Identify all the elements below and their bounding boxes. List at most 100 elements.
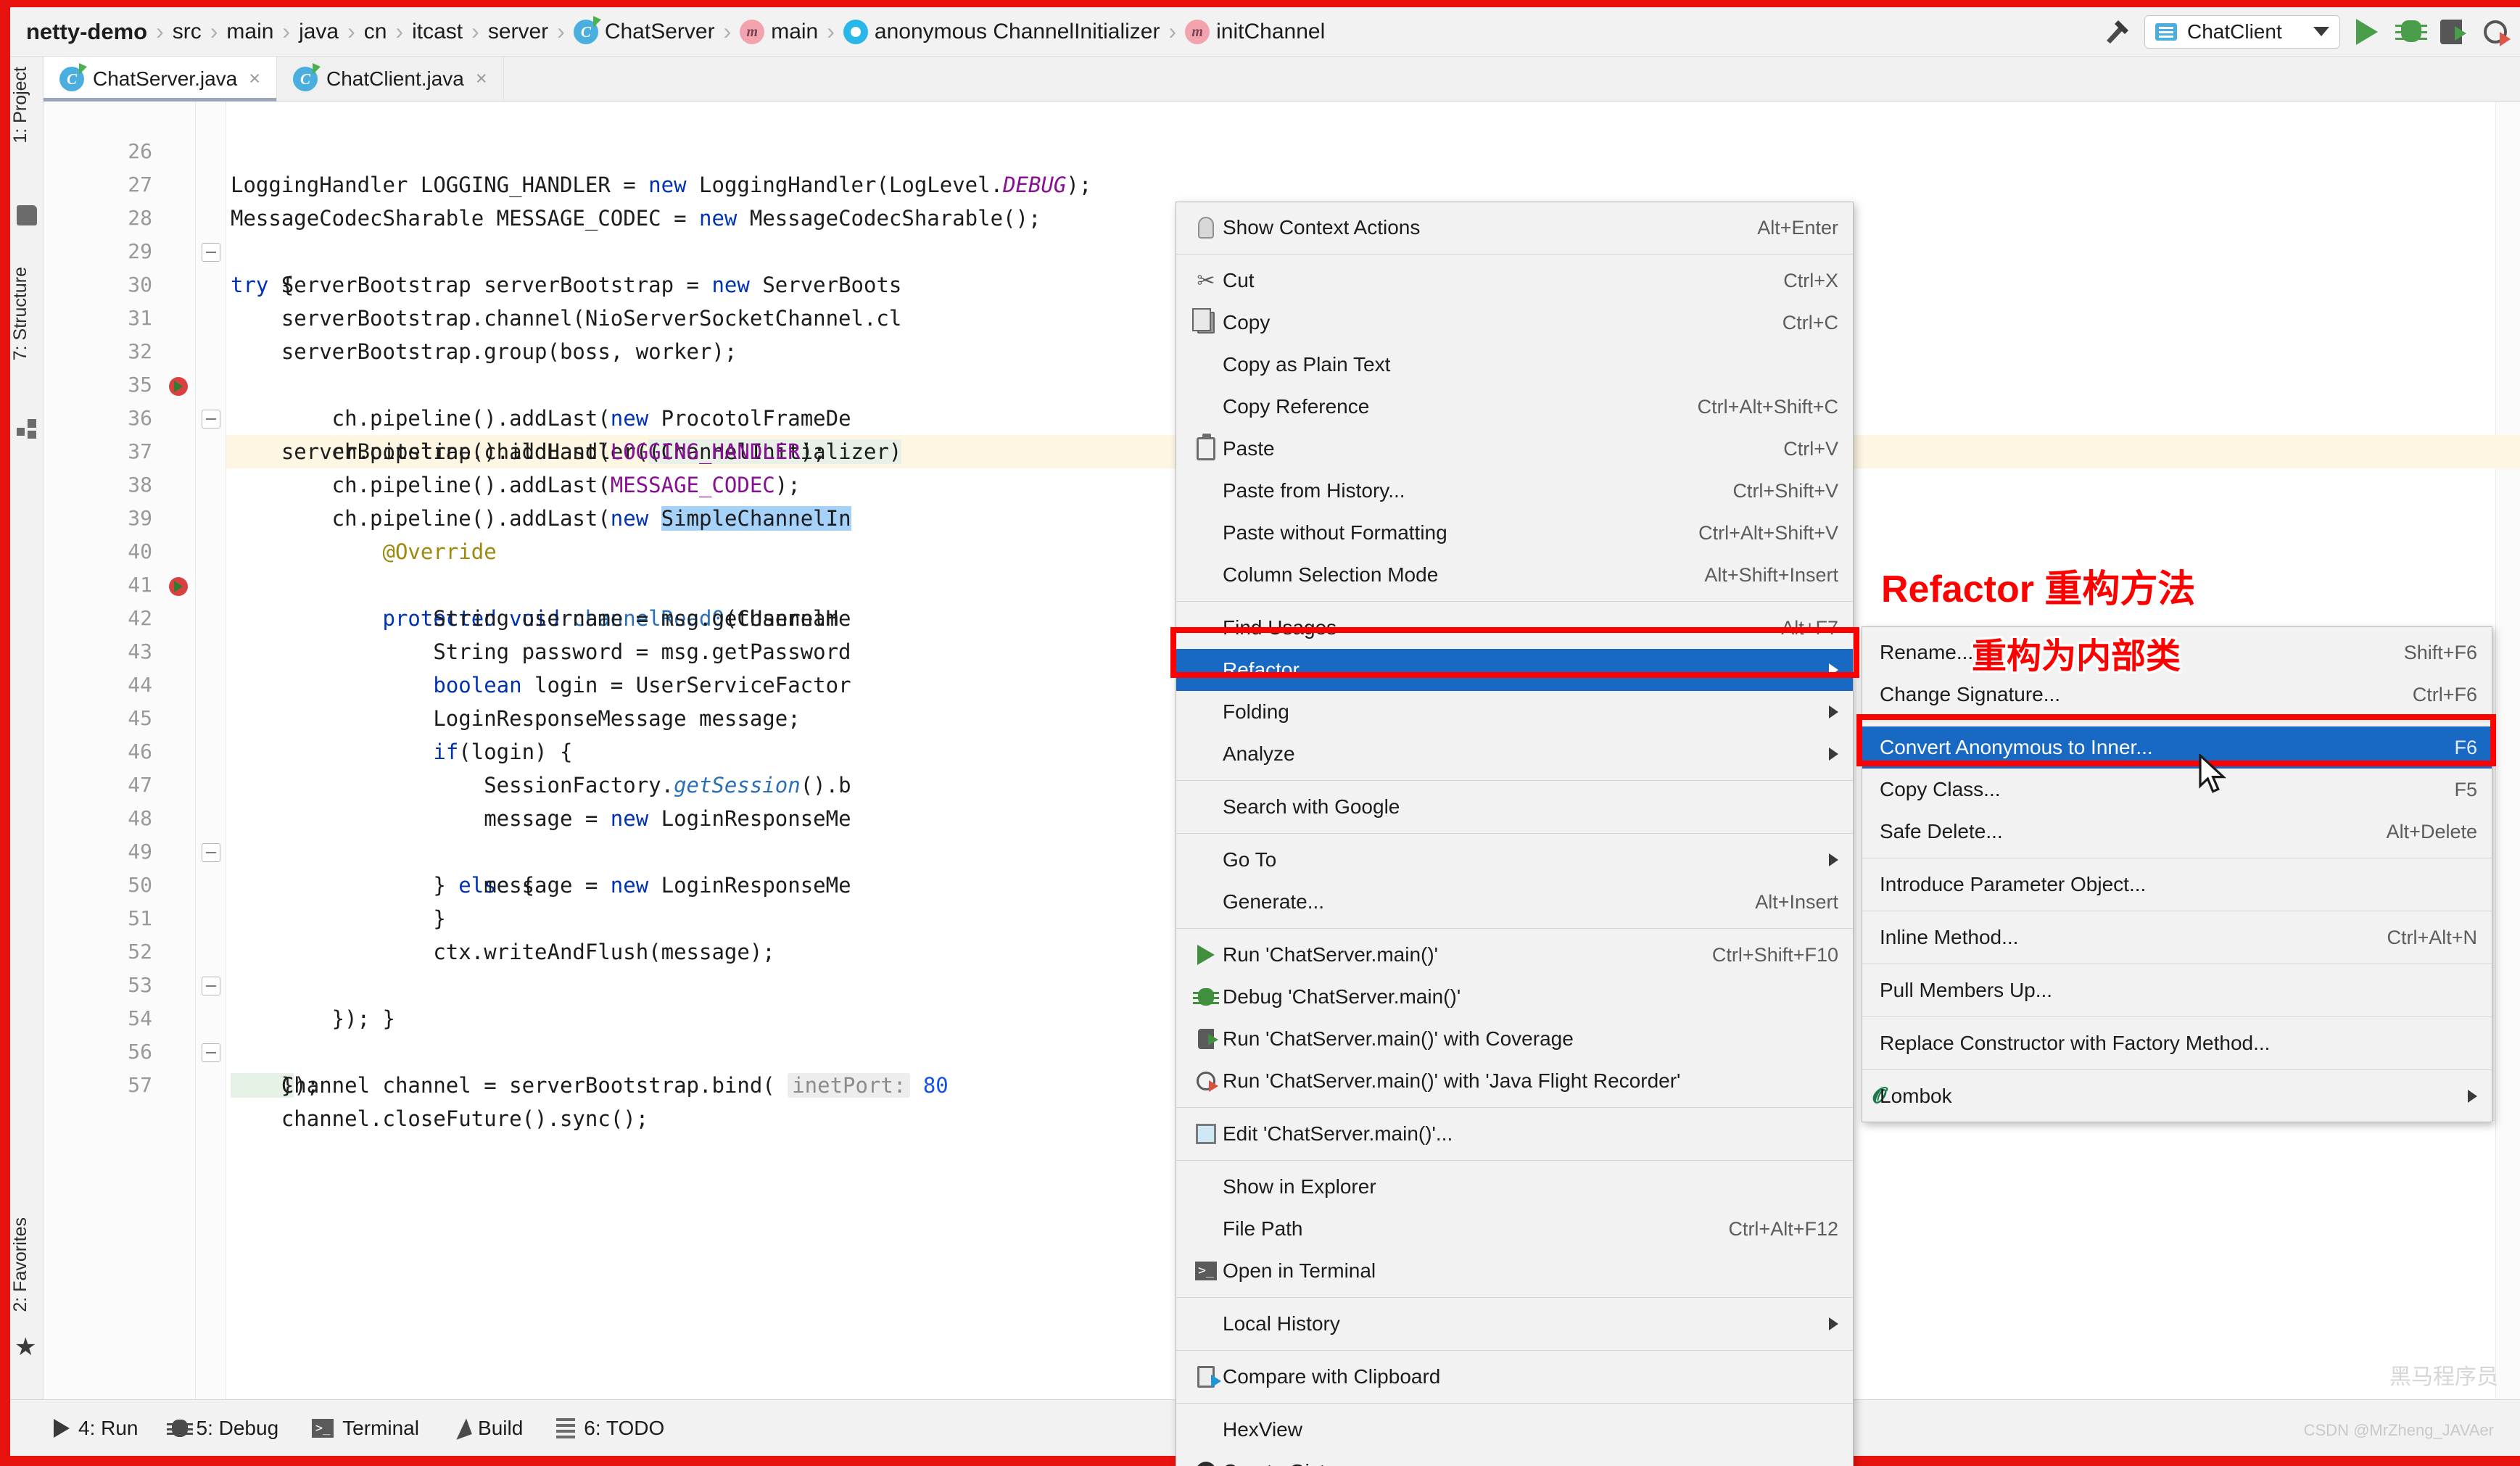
breadcrumb-separator: ›: [210, 18, 218, 44]
breadcrumb-item-anonymous-channelinitializer[interactable]: anonymous ChannelInitializer: [840, 19, 1163, 44]
refactor-item-copy-class[interactable]: Copy Class... F5: [1862, 769, 2492, 811]
status-item-run[interactable]: 4: Run: [54, 1417, 139, 1440]
menu-item-shortcut: Ctrl+Shift+F10: [1711, 943, 1838, 966]
menu-item-paste-from-history[interactable]: Paste from History... Ctrl+Shift+V: [1176, 470, 1853, 512]
menu-item-hexview[interactable]: HexView: [1176, 1409, 1853, 1451]
refactor-item-introduce-parameter-object[interactable]: Introduce Parameter Object...: [1862, 864, 2492, 906]
refactor-item-convert-anonymous-to-inner[interactable]: Convert Anonymous to Inner... F6: [1862, 726, 2492, 769]
breadcrumb-item-server[interactable]: server: [485, 20, 551, 44]
menu-item-label: File Path: [1223, 1217, 1303, 1240]
menu-item-debug-chatserver-main[interactable]: Debug 'ChatServer.main()': [1176, 976, 1853, 1018]
menu-item-copy[interactable]: Copy Ctrl+C: [1176, 302, 1853, 344]
menu-item-run-chatserver-main[interactable]: Run 'ChatServer.main()' Ctrl+Shift+F10: [1176, 934, 1853, 976]
tab-chatclient-java[interactable]: C ChatClient.java ×: [277, 57, 504, 101]
sidebar-item-favorites[interactable]: 2: Favorites: [10, 1217, 44, 1312]
menu-item-paste[interactable]: Paste Ctrl+V: [1176, 428, 1853, 470]
menu-item-shortcut: Ctrl+Alt+Shift+V: [1698, 521, 1838, 544]
menu-item-search-with-google[interactable]: Search with Google: [1176, 786, 1853, 828]
submenu-arrow-icon: [1829, 705, 1838, 718]
menu-item-folding[interactable]: Folding: [1176, 691, 1853, 733]
breadcrumb-item-java[interactable]: java: [296, 20, 342, 44]
menu-item-label: Go To: [1223, 848, 1277, 871]
close-icon[interactable]: ×: [249, 67, 260, 90]
breadcrumb-item-chatserver[interactable]: C ChatServer: [571, 15, 718, 44]
code-line: 28 try {: [44, 168, 2520, 297]
menu-separator: [1176, 780, 1853, 781]
menu-item-run-chatserver-main-with-java-flight-recorder[interactable]: Run 'ChatServer.main()' with 'Java Fligh…: [1176, 1060, 1853, 1102]
breadcrumb-item-project[interactable]: netty-demo: [23, 19, 150, 45]
todo-icon: [556, 1417, 576, 1438]
menu-item-paste-without-formatting[interactable]: Paste without Formatting Ctrl+Alt+Shift+V: [1176, 512, 1853, 554]
parameter-hint: inetPort:: [788, 1073, 911, 1098]
breadcrumb-label: ChatServer: [604, 19, 715, 44]
close-icon[interactable]: ×: [476, 67, 487, 90]
editor-context-menu[interactable]: Show Context Actions Alt+Enter ✂ Cut Ctrl+X C…: [1176, 202, 1854, 1466]
menu-item-column-selection-mode[interactable]: Column Selection Mode Alt+Shift+Insert: [1176, 554, 1853, 596]
paste-icon: [1189, 434, 1223, 460]
status-item-debug[interactable]: 5: Debug: [166, 1416, 279, 1440]
breadcrumb-item-cn[interactable]: cn: [361, 20, 390, 44]
status-item-build[interactable]: ◢ Build: [449, 1414, 523, 1442]
menu-item-go-to[interactable]: Go To: [1176, 839, 1853, 881]
code-line: 26 LoggingHandler LOGGING_HANDLER = new …: [44, 102, 2520, 197]
status-item-todo[interactable]: 6: TODO: [556, 1417, 664, 1440]
toolbar-actions: ChatClient: [2101, 15, 2520, 49]
run-icon[interactable]: [2352, 16, 2384, 48]
menu-item-label: Paste: [1223, 437, 1275, 460]
breadcrumb-item-main-method[interactable]: m main: [737, 19, 821, 44]
refactor-submenu[interactable]: Rename... Shift+F6 Change Signature... Ctrl…: [1862, 626, 2492, 1122]
menu-item-label: Local History: [1223, 1312, 1340, 1335]
refactor-item-pull-members-up[interactable]: Pull Members Up...: [1862, 969, 2492, 1011]
status-label: 5: Debug: [196, 1416, 279, 1439]
tab-chatserver-java[interactable]: C ChatServer.java ×: [44, 57, 277, 102]
debug-icon[interactable]: [2395, 16, 2427, 48]
menu-item-show-context-actions[interactable]: Show Context Actions Alt+Enter: [1176, 207, 1853, 249]
menu-item-label: Refactor: [1223, 658, 1300, 681]
menu-item-generate[interactable]: Generate... Alt+Insert: [1176, 881, 1853, 923]
menu-item-edit-chatserver-main[interactable]: Edit 'ChatServer.main()'...: [1176, 1113, 1853, 1155]
breadcrumb-separator: ›: [347, 18, 355, 44]
chevron-down-icon: [2313, 27, 2329, 36]
menu-item-shortcut: Ctrl+Shift+V: [1732, 479, 1838, 502]
menu-item-cut[interactable]: ✂ Cut Ctrl+X: [1176, 260, 1853, 302]
refactor-item-inline-method[interactable]: Inline Method... Ctrl+Alt+N: [1862, 916, 2492, 958]
breadcrumb-item-src[interactable]: src: [170, 20, 205, 44]
star-icon: ★: [15, 1333, 37, 1361]
menu-item-open-in-terminal[interactable]: >_ Open in Terminal: [1176, 1250, 1853, 1292]
run-with-coverage-icon[interactable]: [2439, 16, 2471, 48]
sidebar-item-structure[interactable]: 7: Structure: [10, 267, 44, 360]
refactor-item-safe-delete[interactable]: Safe Delete... Alt+Delete: [1862, 811, 2492, 853]
breadcrumb-item-main[interactable]: main: [223, 20, 276, 44]
refactor-item-change-signature[interactable]: Change Signature... Ctrl+F6: [1862, 674, 2492, 716]
breadcrumb-label: src: [172, 19, 202, 44]
breadcrumb-label: initChannel: [1216, 19, 1326, 44]
menu-item-label: Inline Method...: [1880, 926, 2019, 948]
menu-item-shortcut: Alt+F7: [1781, 616, 1838, 639]
refactor-item-replace-constructor-with-factory-method[interactable]: Replace Constructor with Factory Method.…: [1862, 1022, 2492, 1064]
edit-config-icon: [1189, 1124, 1223, 1144]
menu-item-run-chatserver-main-with-coverage[interactable]: Run 'ChatServer.main()' with Coverage: [1176, 1018, 1853, 1060]
sidebar-item-project[interactable]: 1: Project: [10, 67, 44, 144]
menu-item-local-history[interactable]: Local History: [1176, 1303, 1853, 1345]
breadcrumb-separator: ›: [723, 18, 732, 44]
menu-item-create-gist[interactable]: Create Gist...: [1176, 1451, 1853, 1466]
menu-item-compare-with-clipboard[interactable]: Compare with Clipboard: [1176, 1356, 1853, 1398]
refactor-item-lombok[interactable]: 𝓞 Lombok: [1862, 1075, 2492, 1117]
menu-item-file-path[interactable]: File Path Ctrl+Alt+F12: [1176, 1208, 1853, 1250]
menu-item-shortcut: Ctrl+X: [1783, 269, 1838, 291]
menu-item-copy-reference[interactable]: Copy Reference Ctrl+Alt+Shift+C: [1176, 386, 1853, 428]
menu-item-show-in-explorer[interactable]: Show in Explorer: [1176, 1166, 1853, 1208]
run-with-profiler-icon[interactable]: [2482, 16, 2514, 48]
build-hammer-icon[interactable]: [2101, 16, 2133, 48]
menu-separator: [1176, 1403, 1853, 1404]
breadcrumb-item-itcast[interactable]: itcast: [409, 20, 466, 44]
menu-item-copy-as-plain-text[interactable]: Copy as Plain Text: [1176, 344, 1853, 386]
status-item-terminal[interactable]: >_ Terminal: [312, 1417, 419, 1440]
submenu-arrow-icon: [2468, 1090, 2477, 1103]
menu-item-find-usages[interactable]: Find Usages Alt+F7: [1176, 607, 1853, 649]
breadcrumb-item-initchannel[interactable]: m initChannel: [1182, 19, 1328, 44]
menu-item-analyze[interactable]: Analyze: [1176, 733, 1853, 775]
menu-item-refactor[interactable]: Refactor: [1176, 649, 1853, 691]
run-configuration-selector[interactable]: ChatClient: [2144, 15, 2340, 49]
menu-item-label: Run 'ChatServer.main()' with 'Java Fligh…: [1223, 1069, 1681, 1092]
